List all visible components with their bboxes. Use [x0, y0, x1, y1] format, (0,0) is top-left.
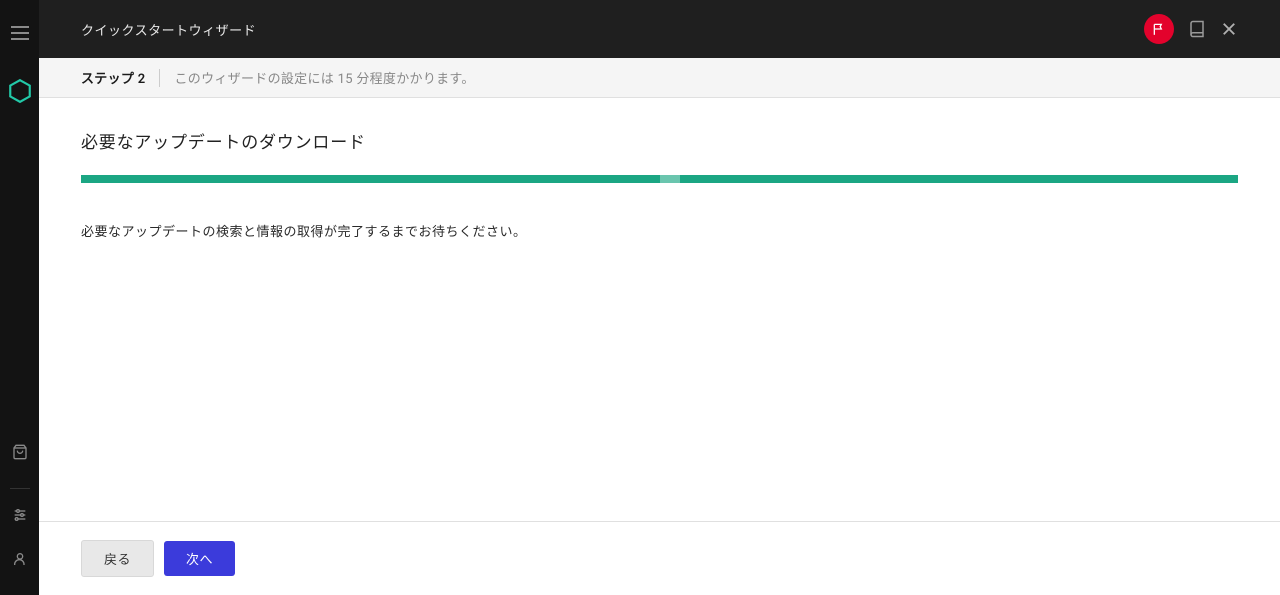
- step-label: ステップ 2: [81, 68, 145, 87]
- wizard-footer: 戻る 次へ: [39, 521, 1280, 595]
- left-sidebar: [0, 0, 39, 595]
- bookmark-icon[interactable]: [1188, 20, 1206, 38]
- menu-icon[interactable]: [11, 26, 29, 40]
- content-area: 必要なアップデートのダウンロード 必要なアップデートの検索と情報の取得が完了する…: [39, 98, 1280, 521]
- back-button[interactable]: 戻る: [81, 540, 154, 577]
- step-bar: ステップ 2 このウィザードの設定には 15 分程度かかります。: [39, 58, 1280, 98]
- content-description: 必要なアップデートの検索と情報の取得が完了するまでお待ちください。: [81, 221, 1238, 240]
- user-icon[interactable]: [12, 551, 28, 567]
- next-button[interactable]: 次へ: [164, 541, 235, 576]
- step-note: このウィザードの設定には 15 分程度かかります。: [174, 68, 474, 87]
- progress-bar: [81, 175, 1238, 183]
- sidebar-divider: [10, 488, 30, 489]
- wizard-title: クイックスタートウィザード: [81, 20, 1144, 39]
- shopping-bag-icon[interactable]: [12, 444, 28, 460]
- flag-button[interactable]: [1144, 14, 1174, 44]
- app-logo-icon[interactable]: [7, 78, 33, 104]
- wizard-header: クイックスタートウィザード: [39, 0, 1280, 58]
- content-heading: 必要なアップデートのダウンロード: [81, 128, 1238, 153]
- close-icon[interactable]: [1220, 20, 1238, 38]
- step-divider: [159, 69, 160, 87]
- sliders-icon[interactable]: [12, 507, 28, 523]
- progress-indicator: [660, 175, 680, 183]
- header-actions: [1144, 14, 1238, 44]
- wizard-panel: クイックスタートウィザード ステッ: [39, 0, 1280, 595]
